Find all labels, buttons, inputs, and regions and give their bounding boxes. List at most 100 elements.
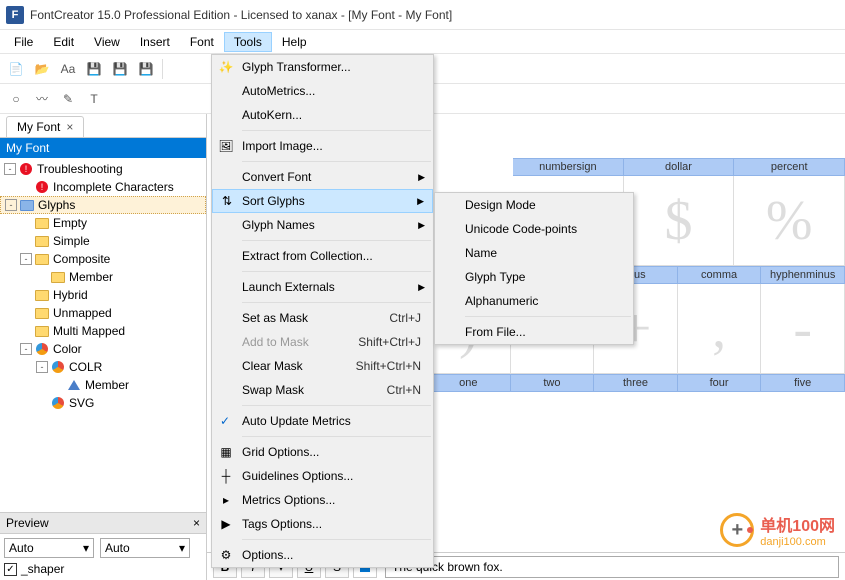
preview-body: Auto▾ Auto▾ ✓ _shaper — [0, 534, 206, 580]
shaper-checkbox[interactable]: ✓ — [4, 563, 17, 576]
menuitem-autometrics-[interactable]: AutoMetrics... — [212, 79, 433, 103]
tag-icon: ▶ — [218, 516, 234, 532]
tree-item-glyphs[interactable]: -Glyphs — [0, 196, 206, 214]
menubar: FileEditViewInsertFontToolsHelp — [0, 30, 845, 54]
glyph-header: comma — [678, 266, 762, 284]
watermark: + 单机100网 danji100.com — [720, 512, 835, 548]
wand-icon: ✨ — [218, 59, 234, 75]
menuitem-swap-mask[interactable]: Swap MaskCtrl+N — [212, 378, 433, 402]
preview-text-input[interactable] — [385, 556, 839, 578]
save-icon[interactable]: 💾 — [134, 57, 158, 81]
menu-font[interactable]: Font — [180, 32, 224, 52]
warn-icon: ! — [18, 162, 34, 176]
metrics-icon: ▸ — [218, 492, 234, 508]
tree-item-unmapped[interactable]: -Unmapped — [0, 304, 206, 322]
glyph-header: five — [761, 374, 845, 392]
menu-view[interactable]: View — [84, 32, 130, 52]
folder-icon — [34, 252, 50, 266]
glyph-header: three — [594, 374, 678, 392]
save-icon[interactable]: 💾 — [108, 57, 132, 81]
folder-icon — [34, 288, 50, 302]
glyph-cell[interactable]: % — [734, 176, 845, 266]
tab-myfont[interactable]: My Font × — [6, 116, 84, 137]
left-panel: My Font × My Font -!Troubleshooting-!Inc… — [0, 114, 207, 580]
warn-icon: ! — [34, 180, 50, 194]
close-icon[interactable]: × — [66, 120, 73, 134]
tree-item-hybrid[interactable]: -Hybrid — [0, 286, 206, 304]
pie-icon — [34, 342, 50, 356]
tree-item-incomplete-characters[interactable]: -!Incomplete Characters — [0, 178, 206, 196]
new-icon[interactable]: 📄 — [4, 57, 28, 81]
glyph-cell[interactable]: , — [678, 284, 762, 374]
menuitem-metrics-options-[interactable]: ▸Metrics Options... — [212, 488, 433, 512]
close-icon[interactable]: × — [193, 516, 200, 530]
tools-menu: ✨Glyph Transformer...AutoMetrics...AutoK… — [211, 54, 434, 568]
menuitem-alphanumeric[interactable]: Alphanumeric — [435, 289, 633, 313]
glyph-cell[interactable]: $ — [624, 176, 735, 266]
glyph-header: four — [678, 374, 762, 392]
open-icon[interactable]: 📂 — [30, 57, 54, 81]
preview-combo-2[interactable]: Auto▾ — [100, 538, 190, 558]
glyph-header: numbersign — [513, 158, 624, 176]
menuitem-launch-externals[interactable]: Launch Externals▶ — [212, 275, 433, 299]
menuitem-from-file-[interactable]: From File... — [435, 320, 633, 344]
glyph-header: one — [427, 374, 511, 392]
menuitem-convert-font[interactable]: Convert Font▶ — [212, 165, 433, 189]
menu-insert[interactable]: Insert — [130, 32, 180, 52]
tree-item-troubleshooting[interactable]: -!Troubleshooting — [0, 160, 206, 178]
tree-item-colr[interactable]: -COLR — [0, 358, 206, 376]
tree-item-composite[interactable]: -Composite — [0, 250, 206, 268]
menuitem-tags-options-[interactable]: ▶Tags Options... — [212, 512, 433, 536]
menuitem-sort-glyphs[interactable]: ⇅Sort Glyphs▶ — [212, 189, 433, 213]
menuitem-auto-update-metrics[interactable]: ✓Auto Update Metrics — [212, 409, 433, 433]
menuitem-options-[interactable]: ⚙Options... — [212, 543, 433, 567]
menuitem-add-to-mask[interactable]: Add to MaskShift+Ctrl+J — [212, 330, 433, 354]
img-icon: 🖼 — [218, 138, 234, 154]
menuitem-set-as-mask[interactable]: Set as MaskCtrl+J — [212, 306, 433, 330]
menuitem-name[interactable]: Name — [435, 241, 633, 265]
tri-icon — [66, 378, 82, 392]
glyph-cell[interactable]: - — [761, 284, 845, 374]
titlebar: F FontCreator 15.0 Professional Edition … — [0, 0, 845, 30]
menuitem-autokern-[interactable]: AutoKern... — [212, 103, 433, 127]
shape-icon[interactable]: ○ — [4, 87, 28, 111]
tree-item-svg[interactable]: -SVG — [0, 394, 206, 412]
menuitem-glyph-names[interactable]: Glyph Names▶ — [212, 213, 433, 237]
menu-help[interactable]: Help — [272, 32, 317, 52]
curve-icon[interactable]: 〰 — [30, 87, 54, 111]
menu-edit[interactable]: Edit — [43, 32, 84, 52]
menuitem-clear-mask[interactable]: Clear MaskShift+Ctrl+N — [212, 354, 433, 378]
gear-icon: ⚙ — [218, 547, 234, 563]
edit-icon[interactable]: ✎ — [56, 87, 80, 111]
tab-label: My Font — [17, 120, 60, 134]
tree-item-simple[interactable]: -Simple — [0, 232, 206, 250]
save-icon[interactable]: 💾 — [82, 57, 106, 81]
tree-item-empty[interactable]: -Empty — [0, 214, 206, 232]
menu-tools[interactable]: Tools — [224, 32, 272, 52]
menuitem-import-image-[interactable]: 🖼Import Image... — [212, 134, 433, 158]
menuitem-glyph-transformer-[interactable]: ✨Glyph Transformer... — [212, 55, 433, 79]
tree: -!Troubleshooting-!Incomplete Characters… — [0, 158, 206, 512]
menu-file[interactable]: File — [4, 32, 43, 52]
folder-blue-icon — [19, 198, 35, 212]
tree-item-color[interactable]: -Color — [0, 340, 206, 358]
preview-combo-1[interactable]: Auto▾ — [4, 538, 94, 558]
folder-icon — [34, 324, 50, 338]
glyph-header: hyphenminus — [761, 266, 845, 284]
menuitem-guidelines-options-[interactable]: ┼Guidelines Options... — [212, 464, 433, 488]
tab-strip: My Font × — [0, 114, 206, 138]
menuitem-unicode-code-points[interactable]: Unicode Code-points — [435, 217, 633, 241]
menuitem-extract-from-collection-[interactable]: Extract from Collection... — [212, 244, 433, 268]
tree-item-member[interactable]: -Member — [0, 268, 206, 286]
tree-item-member[interactable]: -Member — [0, 376, 206, 394]
menuitem-grid-options-[interactable]: ▦Grid Options... — [212, 440, 433, 464]
grid-icon: ▦ — [218, 444, 234, 460]
sort-glyphs-submenu: Design ModeUnicode Code-pointsNameGlyph … — [434, 192, 634, 345]
menuitem-glyph-type[interactable]: Glyph Type — [435, 265, 633, 289]
menuitem-design-mode[interactable]: Design Mode — [435, 193, 633, 217]
font-aa-icon[interactable]: Aa — [56, 57, 80, 81]
text-icon[interactable]: T — [82, 87, 106, 111]
tree-item-multi-mapped[interactable]: -Multi Mapped — [0, 322, 206, 340]
glyph-header: dollar — [624, 158, 735, 176]
glyph-header: percent — [734, 158, 845, 176]
